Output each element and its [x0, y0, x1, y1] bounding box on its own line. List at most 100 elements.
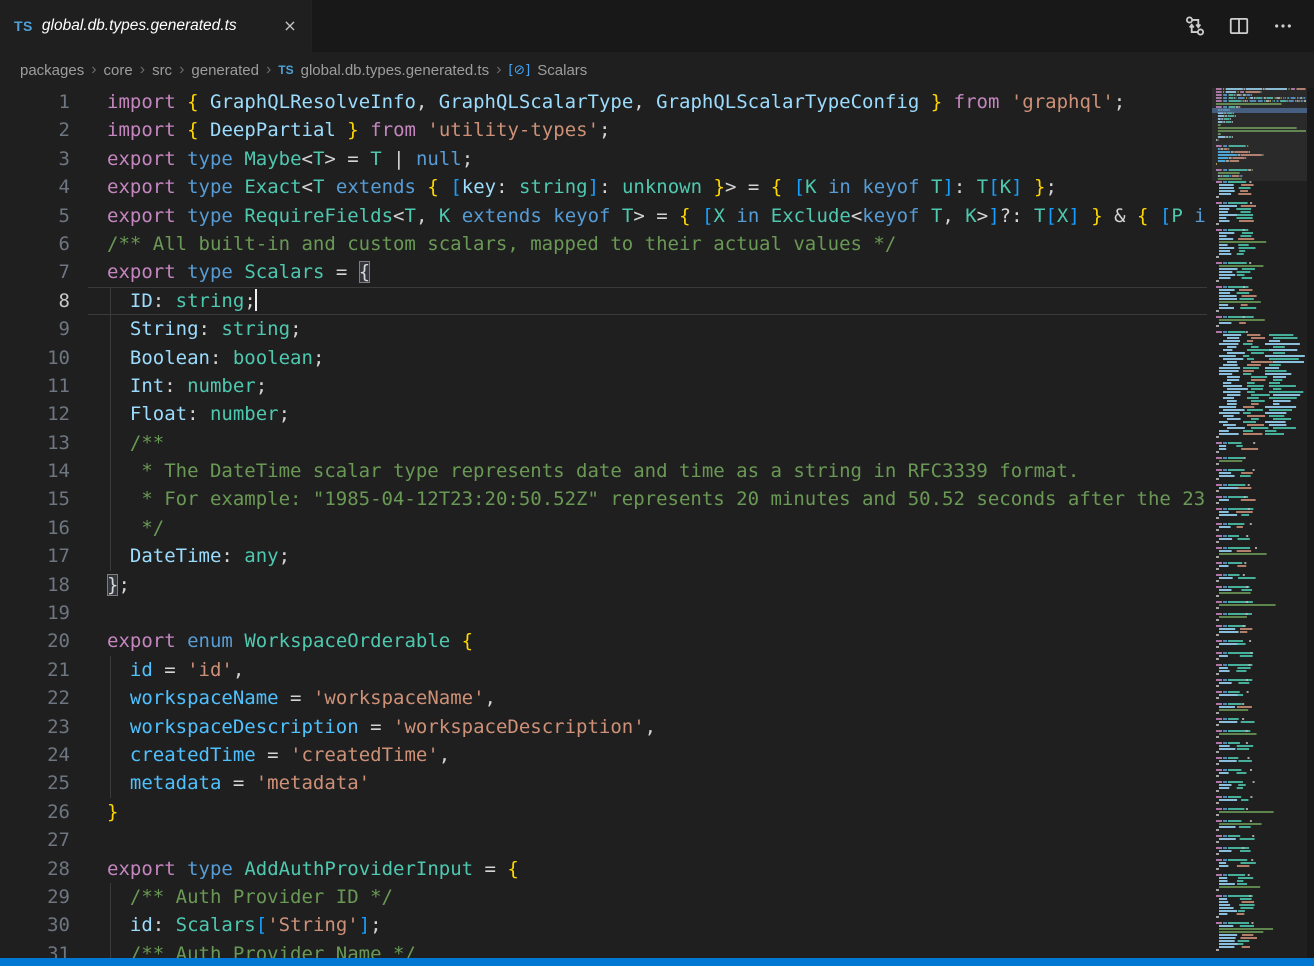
indent-guide	[110, 940, 111, 958]
breadcrumb-item-src[interactable]: src	[152, 62, 172, 79]
code-line-5[interactable]: 5export type RequireFields<T, K extends …	[0, 202, 1207, 230]
scrollbar-track[interactable]	[1307, 88, 1314, 958]
code-token: ;	[1046, 176, 1057, 198]
minimap-current-line-marker	[1212, 108, 1307, 113]
code-token: export	[107, 630, 176, 652]
code-line-28[interactable]: 28export type AddAuthProviderInput = {	[0, 855, 1207, 883]
code-line-21[interactable]: 21 id = 'id',	[0, 656, 1207, 684]
editor: 1import { GraphQLResolveInfo, GraphQLSca…	[0, 88, 1207, 958]
code-line-4[interactable]: 4export type Exact<T extends { [key: str…	[0, 173, 1207, 201]
code-token: ]	[588, 176, 599, 198]
code-line-22[interactable]: 22 workspaceName = 'workspaceName',	[0, 684, 1207, 712]
code-line-24[interactable]: 24 createdTime = 'createdTime',	[0, 741, 1207, 769]
code-text: createdTime = 'createdTime',	[107, 741, 1207, 769]
code-line-31[interactable]: 31 /** Auth Provider Name */	[0, 940, 1207, 958]
indent-guide	[110, 457, 111, 485]
tab-global-db-types-generated[interactable]: TS global.db.types.generated.ts ×	[0, 0, 312, 52]
indent-guide	[110, 684, 111, 712]
code-line-18[interactable]: 18};	[0, 571, 1207, 599]
code-line-29[interactable]: 29 /** Auth Provider ID */	[0, 883, 1207, 911]
line-number: 26	[0, 798, 70, 826]
code-line-23[interactable]: 23 workspaceDescription = 'workspaceDesc…	[0, 713, 1207, 741]
code-line-2[interactable]: 2import { DeepPartial } from 'utility-ty…	[0, 116, 1207, 144]
breadcrumb-separator: ›	[91, 61, 96, 79]
code-token: type	[187, 148, 233, 170]
code-line-8[interactable]: 8 ID: string;	[0, 287, 1207, 315]
code-token: =	[153, 659, 187, 681]
breadcrumb-item-global-db-types-generated-ts[interactable]: global.db.types.generated.ts	[301, 62, 489, 79]
minimap[interactable]	[1212, 88, 1307, 958]
breadcrumb-item-scalars[interactable]: Scalars	[537, 62, 587, 79]
code-token	[439, 176, 450, 198]
code-token: null	[416, 148, 462, 170]
code-token: {	[1137, 205, 1148, 227]
code-line-7[interactable]: 7export type Scalars = {	[0, 258, 1207, 286]
code-line-6[interactable]: 6/** All built-in and custom scalars, ma…	[0, 230, 1207, 258]
code-token: Scalars	[244, 261, 324, 283]
open-changes-icon[interactable]	[1180, 11, 1210, 41]
code-line-20[interactable]: 20export enum WorkspaceOrderable {	[0, 627, 1207, 655]
code-line-1[interactable]: 1import { GraphQLResolveInfo, GraphQLSca…	[0, 88, 1207, 116]
code-line-26[interactable]: 26}	[0, 798, 1207, 826]
code-text: /** All built-in and custom scalars, map…	[107, 230, 1207, 258]
code-token	[359, 119, 370, 141]
code-token: T	[313, 148, 324, 170]
code-token: }	[714, 176, 725, 198]
code-token: type	[187, 858, 233, 880]
code-token: }	[1091, 205, 1102, 227]
code-token: ,	[439, 744, 450, 766]
code-line-15[interactable]: 15 * For example: "1985-04-12T23:20:50.5…	[0, 485, 1207, 513]
code-text: export enum WorkspaceOrderable {	[107, 627, 1207, 655]
breadcrumb-separator: ›	[496, 61, 501, 79]
indent-guide	[110, 713, 111, 741]
code-line-17[interactable]: 17 DateTime: any;	[0, 542, 1207, 570]
code-token	[817, 176, 828, 198]
minimap-slider[interactable]	[1212, 88, 1307, 181]
code-token: =	[256, 744, 290, 766]
code-line-25[interactable]: 25 metadata = 'metadata'	[0, 769, 1207, 797]
code-line-14[interactable]: 14 * The DateTime scalar type represents…	[0, 457, 1207, 485]
code-token: T	[1034, 205, 1045, 227]
code-line-16[interactable]: 16 */	[0, 514, 1207, 542]
code-token: {	[187, 91, 198, 113]
code-line-10[interactable]: 10 Boolean: boolean;	[0, 344, 1207, 372]
code-token	[542, 205, 553, 227]
code-token	[233, 205, 244, 227]
breadcrumb-item-generated[interactable]: generated	[191, 62, 259, 79]
code-line-19[interactable]: 19	[0, 599, 1207, 627]
code-line-9[interactable]: 9 String: string;	[0, 315, 1207, 343]
code-token: extends	[336, 176, 416, 198]
code-token: [	[256, 914, 267, 936]
line-number: 13	[0, 429, 70, 457]
code-line-11[interactable]: 11 Int: number;	[0, 372, 1207, 400]
code-token	[176, 91, 187, 113]
code-token: keyof	[862, 205, 919, 227]
breadcrumb-item-core[interactable]: core	[104, 62, 133, 79]
code-token: <	[851, 205, 862, 227]
code-token: Int	[130, 375, 164, 397]
line-number: 25	[0, 769, 70, 797]
code-text: metadata = 'metadata'	[107, 769, 1207, 797]
code-token: ]	[1068, 205, 1079, 227]
more-actions-icon[interactable]	[1268, 11, 1298, 41]
line-number: 3	[0, 145, 70, 173]
code-line-13[interactable]: 13 /**	[0, 429, 1207, 457]
line-number: 27	[0, 826, 70, 854]
tab-close-icon[interactable]: ×	[279, 15, 301, 37]
code-line-30[interactable]: 30 id: Scalars['String'];	[0, 911, 1207, 939]
code-token: workspaceName	[130, 687, 279, 709]
code-token: =	[473, 858, 507, 880]
code-line-27[interactable]: 27	[0, 826, 1207, 854]
code-token	[851, 176, 862, 198]
code-token	[1183, 205, 1194, 227]
breadcrumb-item-packages[interactable]: packages	[20, 62, 84, 79]
code-line-12[interactable]: 12 Float: number;	[0, 400, 1207, 428]
code-token: :	[187, 403, 210, 425]
split-editor-icon[interactable]	[1224, 11, 1254, 41]
code-token: ]	[988, 205, 999, 227]
code-line-3[interactable]: 3export type Maybe<T> = T | null;	[0, 145, 1207, 173]
code-token: AddAuthProviderInput	[244, 858, 473, 880]
code-token: ,	[633, 91, 656, 113]
code-token: DeepPartial	[210, 119, 336, 141]
code-token: ;	[462, 148, 473, 170]
